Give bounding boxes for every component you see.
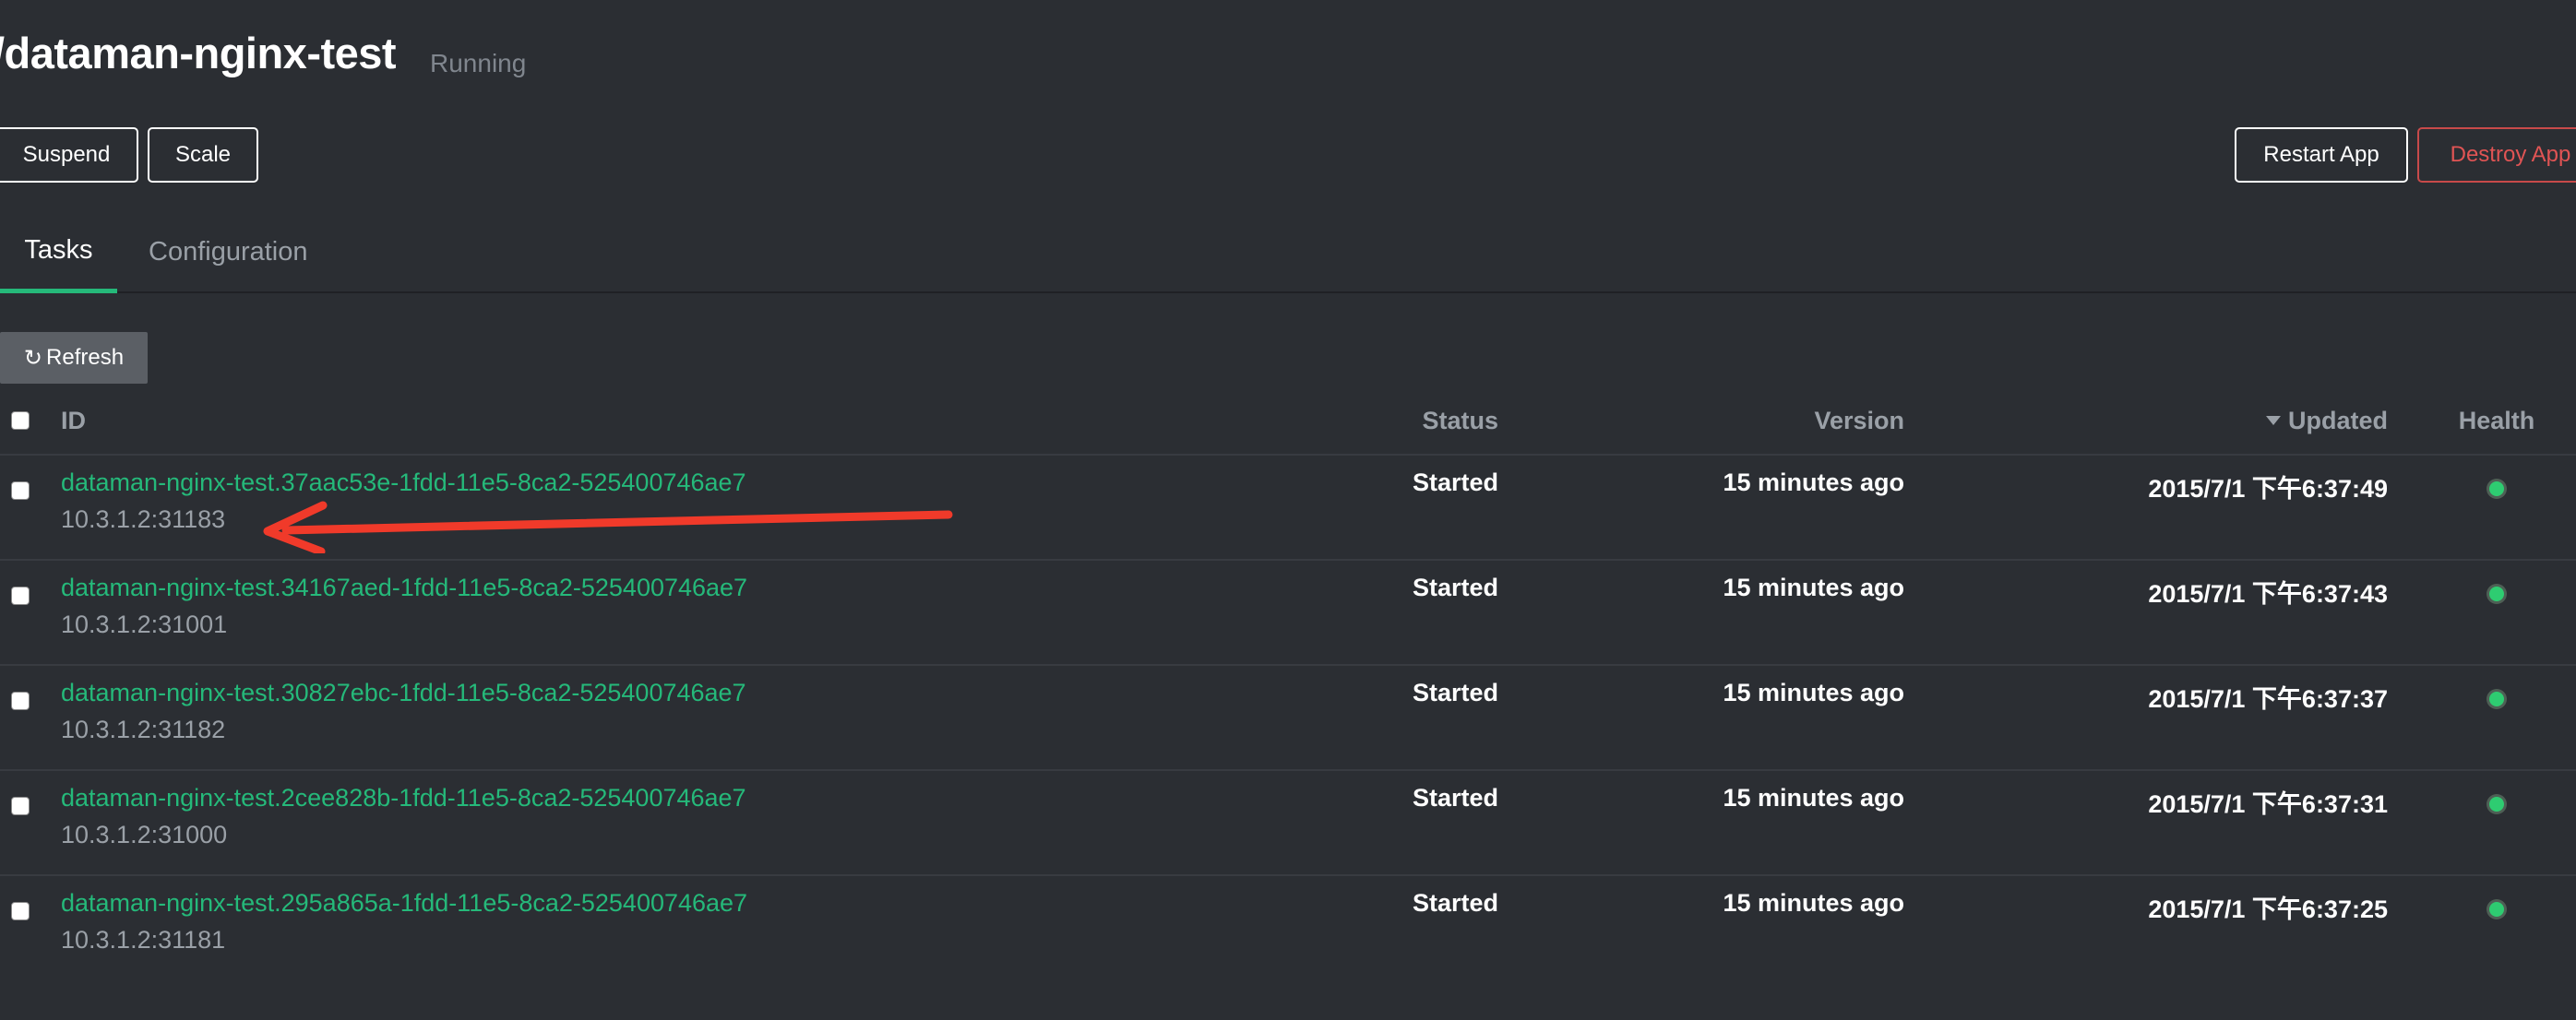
column-header-health-label: Health (2458, 406, 2535, 434)
health-dot-icon (2489, 902, 2504, 917)
row-checkbox[interactable] (11, 902, 30, 920)
health-dot-icon (2489, 481, 2504, 496)
task-health (2417, 574, 2576, 608)
task-health (2417, 468, 2576, 503)
destroy-app-button[interactable]: Destroy App (2417, 127, 2576, 183)
task-id-link[interactable]: dataman-nginx-test.30827ebc-1fdd-11e5-8c… (61, 679, 746, 707)
tab-bar: Tasks Configuration (0, 212, 2576, 293)
refresh-icon: ↻ (23, 345, 43, 371)
tab-configuration[interactable]: Configuration (149, 212, 308, 291)
row-checkbox[interactable] (11, 692, 30, 710)
table-row: dataman-nginx-test.295a865a-1fdd-11e5-8c… (0, 876, 2576, 979)
task-updated: 2015/7/1 下午6:37:37 (2148, 685, 2388, 713)
task-health (2417, 784, 2576, 818)
table-row: dataman-nginx-test.30827ebc-1fdd-11e5-8c… (0, 666, 2576, 771)
table-row: dataman-nginx-test.34167aed-1fdd-11e5-8c… (0, 561, 2576, 666)
refresh-label: Refresh (46, 345, 125, 370)
task-version: 15 minutes ago (1723, 784, 1904, 812)
health-dot-icon (2489, 587, 2504, 601)
select-all-checkbox[interactable] (11, 411, 30, 430)
column-header-version[interactable]: Version (1568, 387, 1904, 454)
column-header-version-label: Version (1814, 406, 1904, 434)
task-id-link[interactable]: dataman-nginx-test.2cee828b-1fdd-11e5-8c… (61, 784, 746, 812)
row-checkbox[interactable] (11, 797, 30, 815)
task-status: Started (1412, 468, 1498, 496)
task-host: 10.3.1.2:31181 (61, 926, 226, 954)
task-version: 15 minutes ago (1723, 679, 1904, 706)
task-status: Started (1412, 889, 1498, 917)
task-updated: 2015/7/1 下午6:37:31 (2148, 790, 2388, 818)
table-header: ID Status Version Updated Health (0, 387, 2576, 456)
column-header-updated-label: Updated (2288, 406, 2388, 434)
column-header-id[interactable]: ID (61, 387, 86, 454)
task-host: 10.3.1.2:31000 (61, 821, 228, 848)
task-updated: 2015/7/1 下午6:37:43 (2148, 580, 2388, 608)
app-title: /dataman-nginx-test (0, 29, 397, 77)
task-host: 10.3.1.2:31183 (61, 505, 226, 533)
task-status: Started (1412, 679, 1498, 706)
task-host: 10.3.1.2:31182 (61, 716, 226, 743)
task-host: 10.3.1.2:31001 (61, 611, 228, 638)
tasks-table: ID Status Version Updated Health dataman… (0, 387, 2576, 979)
task-version: 15 minutes ago (1723, 889, 1904, 917)
row-checkbox[interactable] (11, 587, 30, 605)
task-health (2417, 889, 2576, 923)
task-version: 15 minutes ago (1723, 574, 1904, 601)
refresh-button[interactable]: ↻ Refresh (0, 332, 148, 384)
suspend-button[interactable]: Suspend (0, 127, 138, 183)
column-header-updated[interactable]: Updated (1993, 387, 2388, 454)
app-status-label: Running (430, 49, 527, 77)
task-updated: 2015/7/1 下午6:37:49 (2148, 475, 2388, 503)
scale-button[interactable]: Scale (148, 127, 258, 183)
task-health (2417, 679, 2576, 713)
table-row: dataman-nginx-test.2cee828b-1fdd-11e5-8c… (0, 771, 2576, 876)
column-header-health[interactable]: Health (2417, 387, 2576, 454)
task-id-link[interactable]: dataman-nginx-test.37aac53e-1fdd-11e5-8c… (61, 468, 746, 497)
health-dot-icon (2489, 692, 2504, 706)
health-dot-icon (2489, 797, 2504, 812)
task-status: Started (1412, 784, 1498, 812)
tab-tasks[interactable]: Tasks (0, 212, 117, 293)
task-id-link[interactable]: dataman-nginx-test.34167aed-1fdd-11e5-8c… (61, 574, 747, 602)
column-header-status-label: Status (1422, 406, 1498, 434)
red-arrow-icon (263, 501, 953, 553)
task-version: 15 minutes ago (1723, 468, 1904, 496)
task-id-link[interactable]: dataman-nginx-test.295a865a-1fdd-11e5-8c… (61, 889, 747, 918)
task-status: Started (1412, 574, 1498, 601)
row-checkbox[interactable] (11, 481, 30, 500)
restart-app-button[interactable]: Restart App (2235, 127, 2408, 183)
caret-down-icon (2266, 416, 2281, 425)
task-updated: 2015/7/1 下午6:37:25 (2148, 895, 2388, 923)
column-header-status[interactable]: Status (1292, 387, 1498, 454)
